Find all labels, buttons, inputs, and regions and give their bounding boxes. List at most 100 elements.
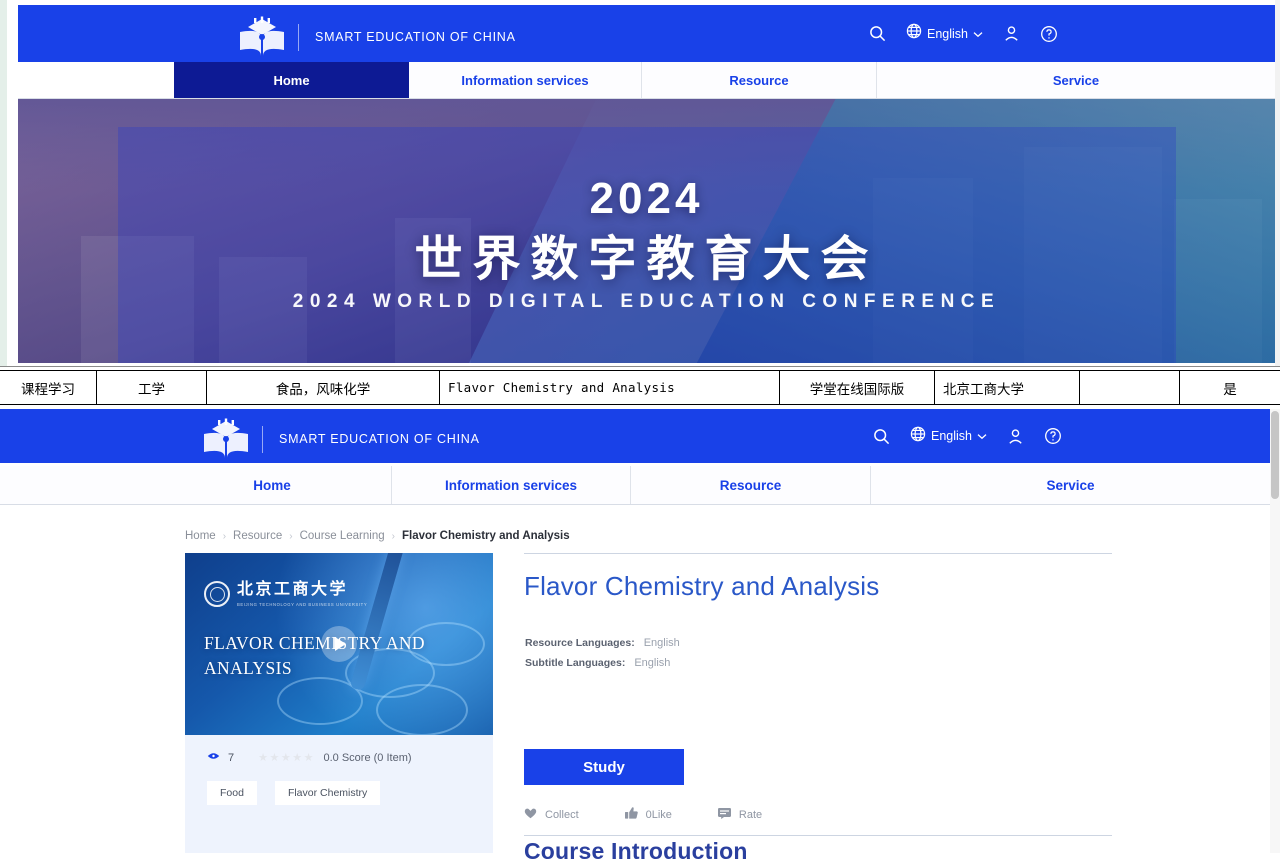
nav-item-service[interactable]: Service [871,466,1270,504]
cell-flag[interactable]: 是 [1180,371,1280,404]
heart-icon [524,807,537,822]
like-button[interactable]: 0Like [624,807,672,822]
meta-row-resource-languages: Resource Languages: English [525,637,680,649]
course-thumbnail[interactable]: 北京工商大学 BEIJING TECHNOLOGY AND BUSINESS U… [185,553,493,735]
main-navigation: Home Information services Resource Servi… [18,62,1275,99]
nav-item-resource[interactable]: Resource [642,62,877,98]
course-tags: Food Flavor Chemistry [207,781,381,805]
chevron-down-icon [977,427,987,445]
nav-item-home[interactable]: Home [174,62,409,98]
cell-category[interactable]: 课程学习 [0,371,97,404]
window-right-edge [1275,0,1280,366]
nav-left-spacer [18,62,174,98]
course-detail-content: Home › Resource › Course Learning › Flav… [0,505,1270,853]
star-icon: ★ [269,752,280,764]
star-icon: ★ [258,752,268,764]
cell-subject[interactable]: 食品，风味化学 [207,371,440,404]
meta-value: English [634,657,671,669]
chevron-down-icon [973,25,983,43]
site-header: SMART EDUCATION OF CHINA English [18,5,1275,62]
course-detail-panel: Flavor Chemistry and Analysis Resource L… [524,553,1114,853]
logo-divider [298,23,299,51]
rate-label: Rate [738,808,763,821]
meta-label: Subtitle Languages: [525,657,626,669]
view-count: 7 [207,751,234,764]
site-header-secondary: SMART EDUCATION OF CHINA English [0,409,1270,463]
globe-icon [906,23,922,44]
detail-bottom-divider [524,835,1112,836]
breadcrumb-item-course-learning[interactable]: Course Learning [300,530,385,542]
top-site-screenshot: SMART EDUCATION OF CHINA English Home In… [0,0,1280,368]
brand-logo-group[interactable]: SMART EDUCATION OF CHINA [234,16,516,58]
banner-title-english: 2024 WORLD DIGITAL EDUCATION CONFERENCE [292,291,1001,312]
petri-dish-shape [375,684,468,735]
language-selector[interactable]: English [910,426,987,447]
university-name-chinese: 北京工商大学 [237,579,349,598]
breadcrumb-item-resource[interactable]: Resource [233,530,282,542]
collect-button[interactable]: Collect [524,807,579,822]
course-stats: 7 ★ ★ ★ ★ ★ 0.0 Score (0 Item) [207,751,412,764]
nav-item-home[interactable]: Home [153,466,392,504]
search-icon[interactable] [869,25,886,42]
language-selector[interactable]: English [906,23,983,44]
cell-course-name[interactable]: Flavor Chemistry and Analysis [440,371,780,404]
open-book-logo [198,418,254,460]
banner-year: 2024 [589,174,704,223]
language-label: English [927,26,968,41]
cell-university[interactable]: 北京工商大学 [935,371,1080,404]
page-scrollbar[interactable] [1270,409,1280,853]
cell-discipline[interactable]: 工学 [97,371,207,404]
header-actions: English [869,5,1058,62]
comment-icon [717,807,731,822]
play-button-icon[interactable] [321,626,357,662]
nav-item-resource[interactable]: Resource [631,466,871,504]
banner-title-chinese: 世界数字教育大会 [414,231,879,287]
breadcrumb-separator-icon: › [289,530,293,542]
eye-icon [207,751,220,764]
cell-empty[interactable] [1080,371,1180,404]
cell-platform[interactable]: 学堂在线国际版 [780,371,935,404]
help-circle-icon[interactable] [1040,25,1058,43]
logo-divider [262,425,263,453]
main-navigation-secondary: Home Information services Resource Servi… [0,466,1270,505]
tag-flavor-chemistry[interactable]: Flavor Chemistry [274,781,381,805]
rate-button[interactable]: Rate [717,807,763,822]
breadcrumb-item-home[interactable]: Home [185,530,216,542]
university-name-english: BEIJING TECHNOLOGY AND BUSINESS UNIVERSI… [237,602,368,607]
user-icon[interactable] [1003,25,1020,42]
study-button[interactable]: Study [524,749,684,785]
university-seal-icon [204,581,230,607]
table-row[interactable]: 课程学习 工学 食品，风味化学 Flavor Chemistry and Ana… [0,370,1280,405]
brand-logo-group-secondary[interactable]: SMART EDUCATION OF CHINA [198,418,480,460]
nav-item-information-services[interactable]: Information services [392,466,631,504]
scrollbar-thumb[interactable] [1271,411,1279,499]
page-title: Flavor Chemistry and Analysis [524,571,880,601]
spreadsheet-row-strip: 课程学习 工学 食品，风味化学 Flavor Chemistry and Ana… [0,366,1280,410]
course-card: 北京工商大学 BEIJING TECHNOLOGY AND BUSINESS U… [185,553,493,853]
banner-content: 2024 世界数字教育大会 2024 WORLD DIGITAL EDUCATI… [18,99,1275,363]
search-icon[interactable] [873,428,890,445]
tag-food[interactable]: Food [207,781,257,805]
star-icon: ★ [303,752,314,764]
view-count-value: 7 [228,751,235,764]
nav-item-service[interactable]: Service [877,62,1275,98]
university-badge: 北京工商大学 BEIJING TECHNOLOGY AND BUSINESS U… [204,581,367,607]
star-icon: ★ [292,752,303,764]
meta-value: English [643,637,680,649]
course-meta-list: Resource Languages: English Subtitle Lan… [525,637,680,677]
breadcrumb: Home › Resource › Course Learning › Flav… [185,530,570,542]
meta-label: Resource Languages: [525,637,635,649]
star-icon: ★ [280,752,291,764]
detail-top-divider [524,553,1112,554]
user-icon[interactable] [1007,428,1024,445]
help-circle-icon[interactable] [1044,427,1062,445]
course-detail-screenshot: SMART EDUCATION OF CHINA English Home In… [0,409,1280,853]
globe-icon [910,426,926,447]
brand-name: SMART EDUCATION OF CHINA [279,432,480,446]
course-actions: Collect 0Like Rate [524,807,762,822]
nav-left-spacer [0,466,153,504]
homepage-banner[interactable]: 2024 世界数字教育大会 2024 WORLD DIGITAL EDUCATI… [18,99,1275,363]
nav-item-information-services[interactable]: Information services [409,62,642,98]
rating-stars[interactable]: ★ ★ ★ ★ ★ [258,751,313,764]
meta-row-subtitle-languages: Subtitle Languages: English [525,657,680,669]
